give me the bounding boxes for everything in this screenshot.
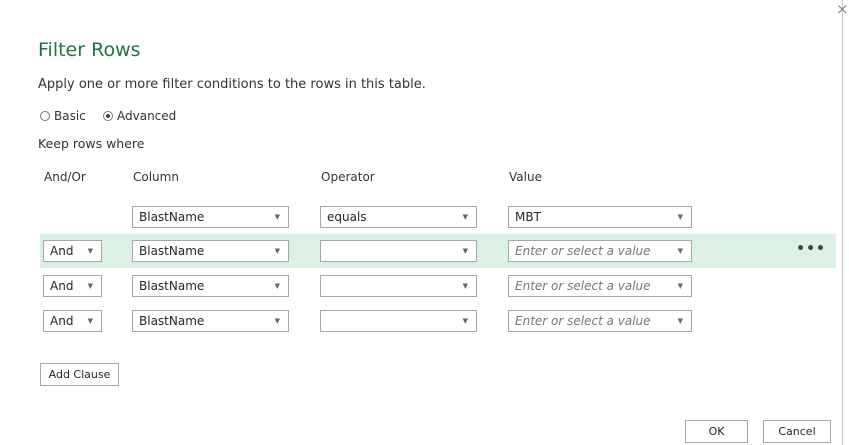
operator-select[interactable]: ▼ [320, 275, 477, 297]
chevron-down-icon: ▼ [462, 247, 468, 255]
chevron-down-icon: ▼ [87, 282, 93, 290]
filter-row: And ▼ BlastName ▼ ▼ Enter or select a va… [40, 269, 836, 303]
more-options-icon[interactable]: ••• [796, 241, 826, 257]
basic-radio-label: Basic [54, 109, 86, 123]
chevron-down-icon: ▼ [677, 317, 683, 325]
andor-select[interactable]: And ▼ [43, 310, 102, 332]
chevron-down-icon: ▼ [677, 247, 683, 255]
column-select[interactable]: BlastName ▼ [132, 206, 289, 228]
column-select[interactable]: BlastName ▼ [132, 275, 289, 297]
filter-row: And ▼ BlastName ▼ ▼ Enter or select a va… [40, 304, 836, 338]
column-select[interactable]: BlastName ▼ [132, 240, 289, 262]
advanced-radio-option[interactable]: Advanced [103, 109, 176, 123]
chevron-down-icon: ▼ [462, 317, 468, 325]
operator-select[interactable]: ▼ [320, 240, 477, 262]
filter-rows-dialog: × Filter Rows Apply one or more filter c… [0, 0, 849, 445]
chevron-down-icon: ▼ [677, 282, 683, 290]
chevron-down-icon: ▼ [274, 282, 280, 290]
advanced-radio-label: Advanced [117, 109, 177, 123]
cancel-button[interactable]: Cancel [763, 420, 831, 443]
andor-select[interactable]: And ▼ [43, 275, 102, 297]
close-icon[interactable]: × [836, 2, 849, 17]
operator-select[interactable]: ▼ [320, 310, 477, 332]
add-clause-button[interactable]: Add Clause [40, 363, 119, 386]
filter-row: And ▼ BlastName ▼ ▼ Enter or select a va… [40, 234, 836, 268]
chevron-down-icon: ▼ [274, 247, 280, 255]
chevron-down-icon: ▼ [462, 213, 468, 221]
ok-button[interactable]: OK [685, 420, 748, 443]
header-operator: Operator [321, 170, 375, 184]
chevron-down-icon: ▼ [677, 213, 683, 221]
header-andor: And/Or [44, 170, 86, 184]
value-select[interactable]: Enter or select a value ▼ [508, 240, 692, 262]
operator-select[interactable]: equals ▼ [320, 206, 477, 228]
value-select[interactable]: Enter or select a value ▼ [508, 310, 692, 332]
chevron-down-icon: ▼ [274, 317, 280, 325]
chevron-down-icon: ▼ [87, 317, 93, 325]
chevron-down-icon: ▼ [87, 247, 93, 255]
filter-row: BlastName ▼ equals ▼ MBT ▼ [40, 200, 836, 234]
header-column: Column [133, 170, 179, 184]
keep-rows-label: Keep rows where [38, 136, 145, 151]
column-select[interactable]: BlastName ▼ [132, 310, 289, 332]
dialog-subtitle: Apply one or more filter conditions to t… [38, 77, 426, 92]
andor-select[interactable]: And ▼ [43, 240, 102, 262]
header-value: Value [509, 170, 542, 184]
chevron-down-icon: ▼ [462, 282, 468, 290]
value-select[interactable]: Enter or select a value ▼ [508, 275, 692, 297]
basic-radio[interactable] [40, 111, 50, 121]
advanced-radio[interactable] [103, 111, 113, 121]
basic-radio-option[interactable]: Basic [40, 109, 86, 123]
value-select[interactable]: MBT ▼ [508, 206, 692, 228]
dialog-title: Filter Rows [38, 39, 141, 61]
chevron-down-icon: ▼ [274, 213, 280, 221]
